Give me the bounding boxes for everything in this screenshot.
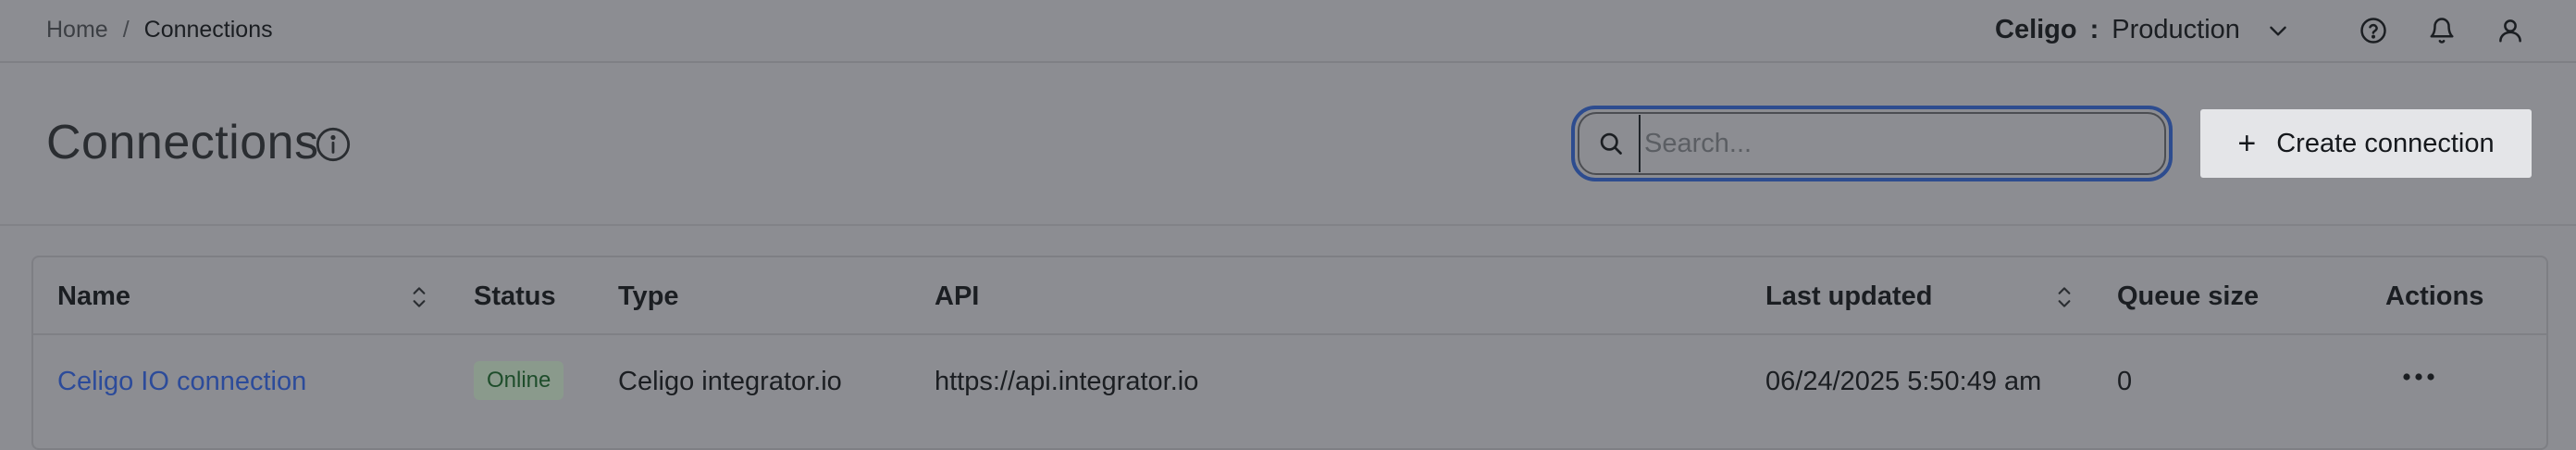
column-header-actions: Actions bbox=[2385, 281, 2484, 311]
chevron-down-icon bbox=[2270, 26, 2286, 36]
more-horizontal-icon[interactable] bbox=[2400, 370, 2437, 388]
top-icons bbox=[2358, 15, 2526, 46]
sort-icon[interactable] bbox=[2052, 283, 2076, 316]
connections-table: Name Status Type API Last updated Queue … bbox=[31, 256, 2548, 450]
user-icon[interactable] bbox=[2495, 15, 2526, 46]
table-header: Name Status Type API Last updated Queue … bbox=[33, 257, 2546, 335]
search-input[interactable] bbox=[1639, 115, 2146, 172]
create-connection-button[interactable]: + Create connection bbox=[2200, 109, 2532, 178]
column-header-last-updated[interactable]: Last updated bbox=[1765, 281, 1932, 312]
status-badge: Online bbox=[474, 361, 564, 400]
column-header-queue-size: Queue size bbox=[2117, 281, 2260, 311]
bell-icon[interactable] bbox=[2426, 15, 2458, 46]
page-header: Connections + Create connection bbox=[0, 63, 2576, 226]
create-connection-label: Create connection bbox=[2276, 128, 2495, 158]
breadcrumb-home-link[interactable]: Home bbox=[46, 17, 108, 44]
environment-switcher[interactable]: Celigo : Production bbox=[1995, 15, 2290, 45]
connection-queue-size: 0 bbox=[2117, 367, 2133, 396]
connection-name-link[interactable]: Celigo IO connection bbox=[57, 367, 306, 397]
info-icon[interactable] bbox=[315, 126, 352, 168]
breadcrumb: Home / Connections bbox=[46, 17, 273, 44]
breadcrumb-current: Connections bbox=[143, 17, 273, 43]
column-header-name[interactable]: Name bbox=[57, 281, 130, 312]
connection-last-updated: 06/24/2025 5:50:49 am bbox=[1765, 367, 2042, 396]
page-title: Connections bbox=[46, 116, 319, 169]
connection-type: Celigo integrator.io bbox=[618, 367, 842, 396]
search-field bbox=[1578, 112, 2166, 175]
search-box bbox=[1571, 106, 2173, 181]
search-icon bbox=[1600, 132, 1622, 155]
column-header-status: Status bbox=[474, 281, 556, 311]
sort-icon[interactable] bbox=[407, 283, 431, 316]
breadcrumb-separator: / bbox=[122, 17, 130, 43]
account-name: Celigo bbox=[1995, 15, 2077, 44]
help-circle-icon[interactable] bbox=[2358, 15, 2389, 46]
connection-api: https://api.integrator.io bbox=[935, 367, 1199, 396]
environment-name: Production bbox=[2112, 15, 2240, 44]
column-header-api: API bbox=[935, 281, 980, 311]
plus-icon: + bbox=[2237, 125, 2257, 161]
env-separator: : bbox=[2089, 15, 2099, 44]
column-header-type: Type bbox=[618, 281, 679, 311]
top-bar: Home / Connections Celigo : Production bbox=[0, 0, 2576, 63]
